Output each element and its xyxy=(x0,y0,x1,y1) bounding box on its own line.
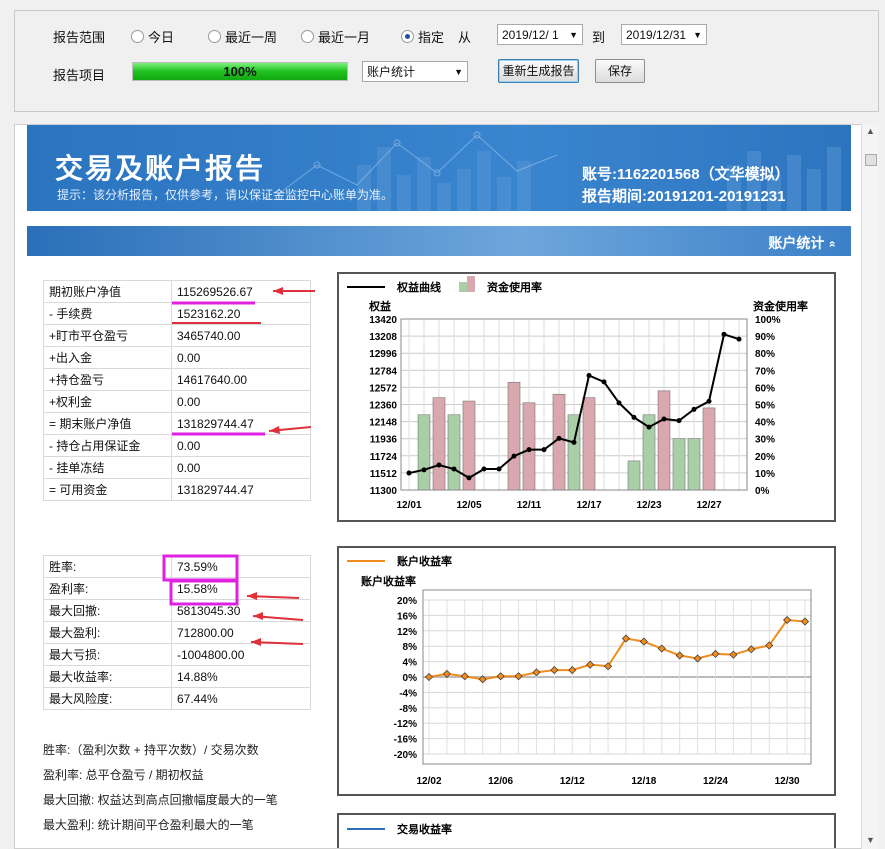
report-item-select[interactable]: 账户统计 ▼ xyxy=(362,61,468,82)
from-label: 从 xyxy=(458,30,472,45)
scroll-down-icon[interactable]: ▼ xyxy=(866,835,875,845)
arrowhead-icon xyxy=(273,287,283,295)
save-button[interactable]: 保存 xyxy=(595,59,645,83)
dropdown-arrow-icon: ▼ xyxy=(569,29,578,40)
report-options-panel: 报告范围 今日 最近一周 最近一月 指定 从 2019/12/ 1 ▼ 到 201… xyxy=(14,10,879,112)
radio-selected-icon xyxy=(401,30,414,43)
radio-last-month[interactable]: 最近一月 xyxy=(301,27,370,46)
scroll-thumb[interactable] xyxy=(865,154,877,166)
radio-circle-icon xyxy=(208,30,221,43)
dropdown-arrow-icon: ▼ xyxy=(693,29,702,40)
regenerate-report-button[interactable]: 重新生成报告 xyxy=(498,59,579,83)
to-label: 到 xyxy=(592,30,606,45)
scroll-up-icon[interactable]: ▲ xyxy=(866,126,875,136)
radio-circle-icon xyxy=(301,30,314,43)
annotation-layer xyxy=(162,287,315,646)
highlight-box xyxy=(169,579,239,606)
annotation-marks xyxy=(162,287,315,646)
generation-progress-bar: 100% xyxy=(132,62,348,81)
arrowhead-icon xyxy=(247,592,257,600)
from-date-picker[interactable]: 2019/12/ 1 ▼ xyxy=(497,24,583,45)
report-range-label: 报告范围 xyxy=(53,30,106,45)
report-view[interactable]: 交易及账户报告 提示：该分析报告，仅供参考，请以保证金监控中心账单为准。 账号:… xyxy=(14,124,867,849)
highlight-box xyxy=(162,554,239,582)
arrowhead-icon xyxy=(251,638,261,646)
radio-custom[interactable]: 指定 xyxy=(401,27,444,46)
vertical-scrollbar[interactable]: ▲ ▼ xyxy=(861,124,879,849)
radio-last-week[interactable]: 最近一周 xyxy=(208,27,277,46)
dropdown-arrow-icon: ▼ xyxy=(454,66,463,77)
arrowhead-icon xyxy=(253,612,263,620)
to-date-picker[interactable]: 2019/12/31 ▼ xyxy=(621,24,707,45)
radio-today[interactable]: 今日 xyxy=(131,27,174,46)
radio-circle-icon xyxy=(131,30,144,43)
report-item-label: 报告项目 xyxy=(53,68,106,83)
